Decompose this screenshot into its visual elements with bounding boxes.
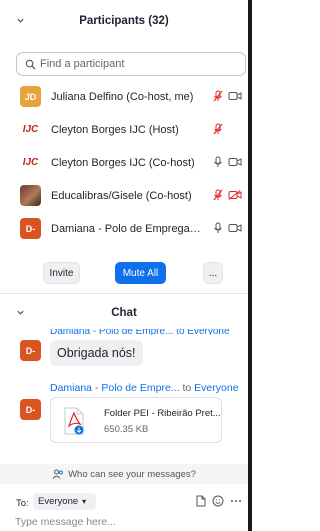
sender-name[interactable]: Damiana - Polo de Empre... bbox=[50, 382, 180, 394]
participants-title: Participants (32) bbox=[79, 15, 169, 27]
avatar: D- bbox=[20, 340, 41, 361]
mic-muted-icon[interactable] bbox=[212, 189, 224, 201]
participants-header: Participants (32) bbox=[0, 8, 248, 36]
participant-name: Damiana - Polo de Empregabil... bbox=[51, 223, 201, 235]
file-size: 650.35 KB bbox=[104, 424, 149, 435]
zoom-side-panel: Participants (32) JD Juliana Delfino (Co… bbox=[0, 0, 248, 531]
mic-muted-icon[interactable] bbox=[212, 123, 224, 135]
section-divider bbox=[0, 293, 248, 294]
mic-on-icon[interactable] bbox=[212, 222, 224, 234]
participant-name: Educalibras/Gisele (Co-host) bbox=[51, 190, 192, 202]
video-on-icon[interactable] bbox=[228, 223, 242, 233]
file-attachment[interactable]: Folder PEI - Ribeirão Pret... 650.35 KB bbox=[50, 397, 222, 443]
avatar-initials: IJC bbox=[22, 123, 39, 135]
participant-name: Cleyton Borges IJC (Co-host) bbox=[51, 157, 195, 169]
pdf-file-icon bbox=[64, 407, 84, 435]
recipient-value: Everyone bbox=[38, 496, 79, 507]
chevron-down-icon: ▾ bbox=[82, 497, 87, 506]
participant-actions: Invite Mute All ... bbox=[0, 262, 248, 286]
participant-search-input[interactable] bbox=[40, 58, 230, 70]
participant-name: Cleyton Borges IJC (Host) bbox=[51, 124, 179, 136]
avatar bbox=[20, 185, 41, 206]
participant-list: JD Juliana Delfino (Co-host, me) IJC Cle… bbox=[0, 82, 248, 247]
avatar: D- bbox=[20, 399, 41, 420]
participant-name: Juliana Delfino (Co-host, me) bbox=[51, 91, 194, 103]
participant-row[interactable]: Educalibras/Gisele (Co-host) bbox=[0, 181, 248, 214]
participant-row[interactable]: JD Juliana Delfino (Co-host, me) bbox=[0, 82, 248, 115]
people-icon bbox=[52, 469, 64, 479]
to-word: to bbox=[182, 382, 192, 394]
who-can-see-messages-link[interactable]: Who can see your messages? bbox=[0, 464, 248, 484]
search-icon bbox=[25, 59, 36, 70]
window-edge bbox=[248, 0, 252, 531]
to-label: To: bbox=[16, 498, 29, 509]
message-input[interactable] bbox=[15, 516, 243, 528]
mic-muted-icon[interactable] bbox=[212, 90, 224, 102]
more-icon[interactable] bbox=[230, 499, 242, 503]
mute-all-button[interactable]: Mute All bbox=[115, 262, 166, 284]
file-attach-icon[interactable] bbox=[196, 495, 206, 507]
file-name: Folder PEI - Ribeirão Pret... bbox=[104, 408, 221, 419]
more-options-button[interactable]: ... bbox=[203, 262, 223, 284]
avatar: IJC bbox=[20, 119, 41, 140]
chat-title: Chat bbox=[111, 307, 137, 319]
participant-row[interactable]: D- Damiana - Polo de Empregabil... bbox=[0, 214, 248, 247]
message-sender-line: Damiana - Polo de Empre... to Everyone bbox=[50, 382, 239, 394]
chat-message-bubble: Obrigada nós! bbox=[50, 340, 143, 366]
participant-row[interactable]: IJC Cleyton Borges IJC (Co-host) bbox=[0, 148, 248, 181]
avatar-initials: IJC bbox=[22, 156, 39, 168]
video-on-icon[interactable] bbox=[228, 157, 242, 167]
mic-on-icon[interactable] bbox=[212, 156, 224, 168]
invite-button[interactable]: Invite bbox=[43, 262, 80, 284]
recipient-select[interactable]: Everyone ▾ bbox=[33, 493, 96, 510]
participant-search-box[interactable] bbox=[16, 52, 246, 76]
video-off-icon[interactable] bbox=[228, 190, 242, 200]
recipient-name: Everyone bbox=[194, 382, 239, 394]
who-can-see-text: Who can see your messages? bbox=[68, 468, 196, 480]
avatar: D- bbox=[20, 218, 41, 239]
avatar: JD bbox=[20, 86, 41, 107]
recipient-row: To: Everyone ▾ bbox=[0, 490, 248, 512]
avatar: IJC bbox=[20, 152, 41, 173]
clipped-message-header: Damiana - Polo de Empre... to Everyone bbox=[50, 329, 230, 335]
participant-row[interactable]: IJC Cleyton Borges IJC (Host) bbox=[0, 115, 248, 148]
emoji-icon[interactable] bbox=[212, 495, 224, 507]
chat-header: Chat bbox=[0, 300, 248, 326]
video-on-icon[interactable] bbox=[228, 91, 242, 101]
